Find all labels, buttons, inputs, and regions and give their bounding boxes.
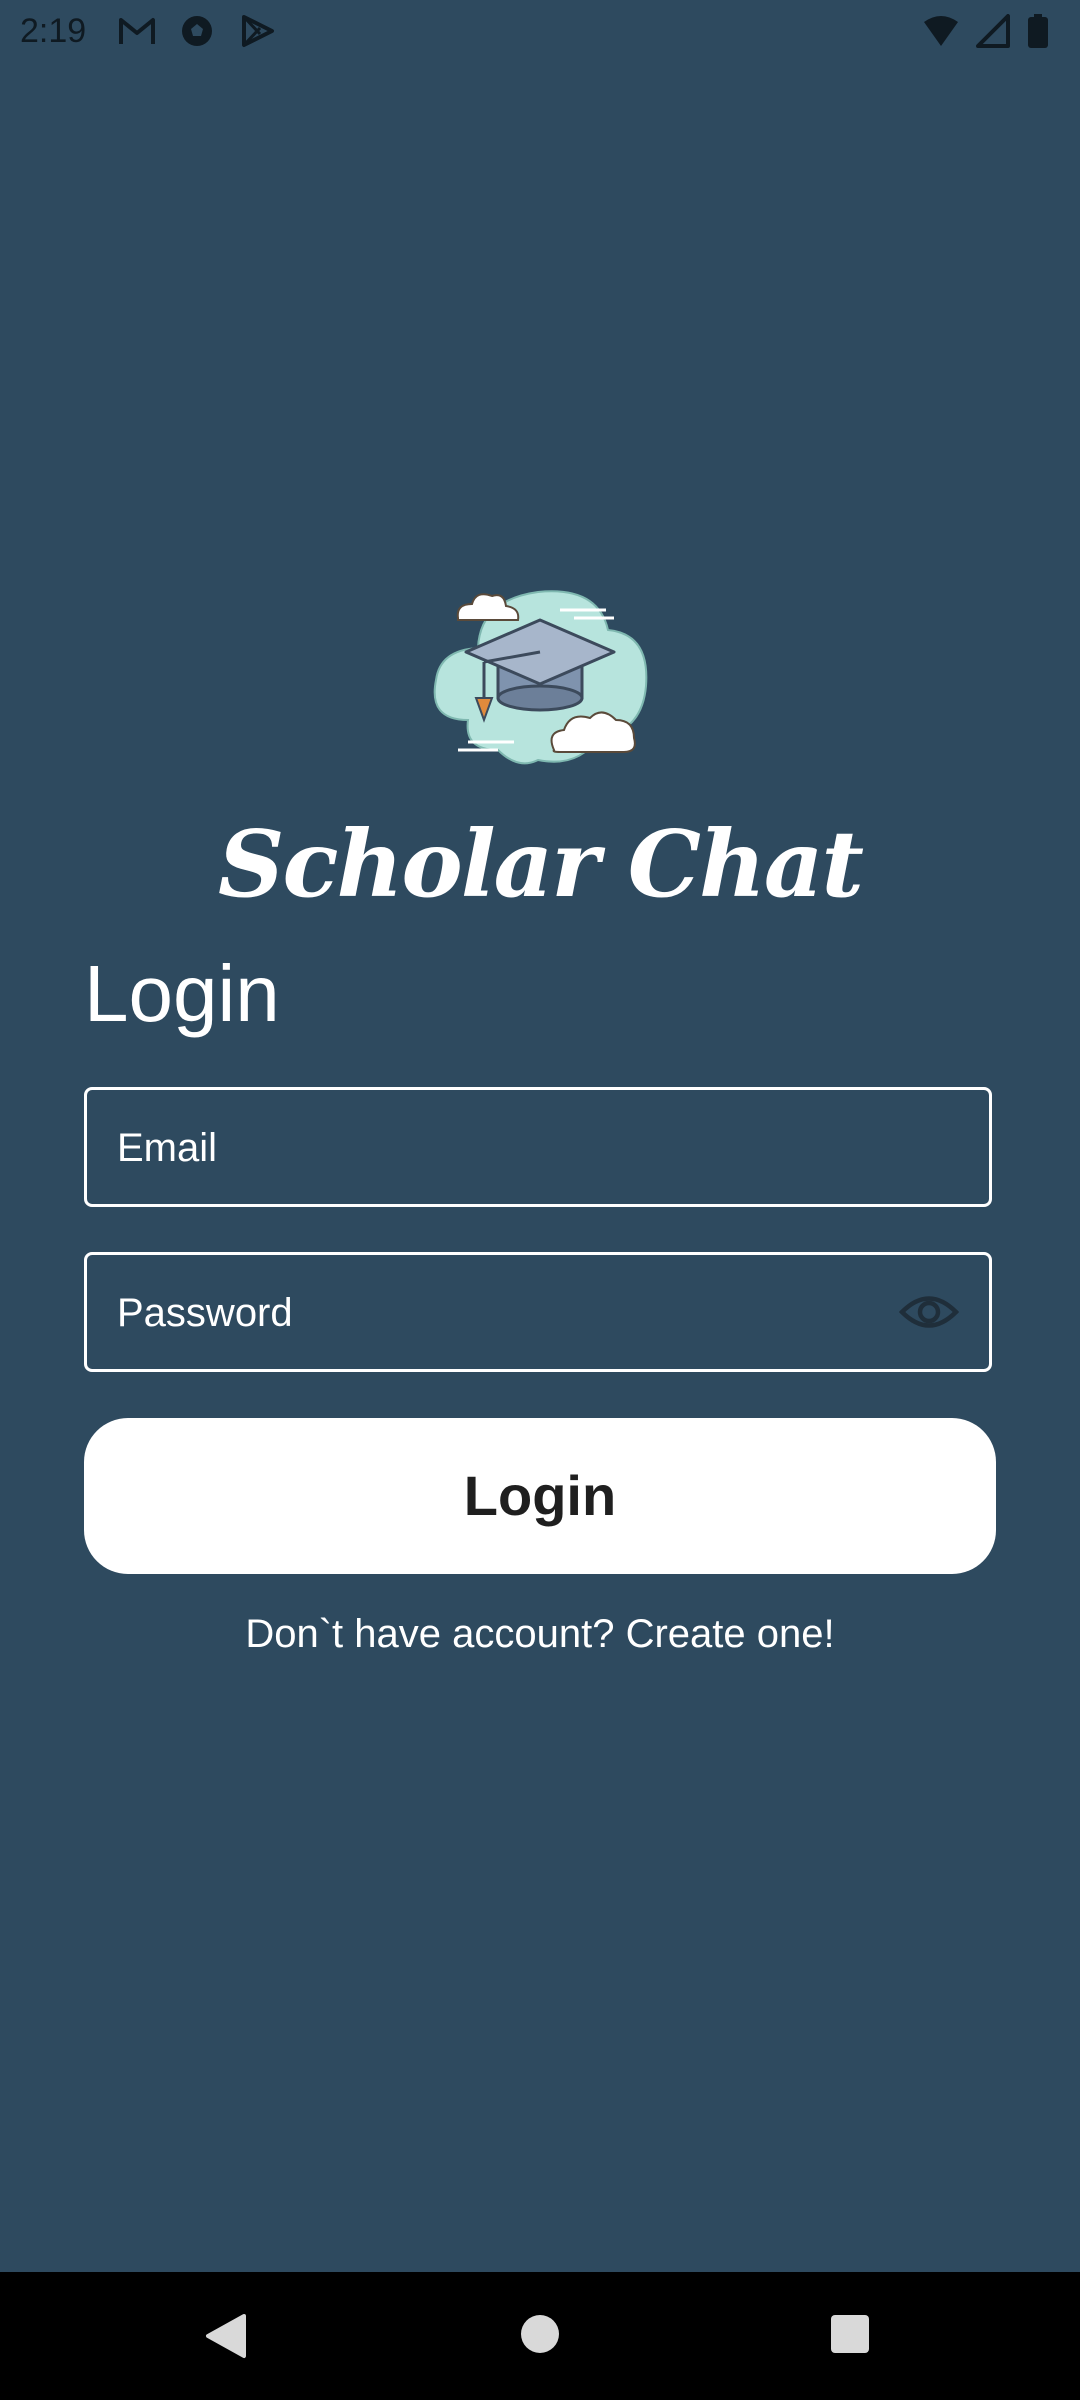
create-account-link[interactable]: Don`t have account? Create one! xyxy=(0,1612,1080,1657)
play-store-icon xyxy=(242,15,274,47)
back-icon[interactable] xyxy=(204,2312,248,2360)
status-notification-icons xyxy=(118,14,276,48)
status-system-icons xyxy=(922,14,1050,48)
wifi-icon xyxy=(924,16,958,46)
email-placeholder: Email xyxy=(117,1126,218,1170)
recents-icon[interactable] xyxy=(830,2314,870,2354)
battery-icon xyxy=(1028,14,1048,48)
status-time: 2:19 xyxy=(20,12,87,50)
cell-signal-icon xyxy=(976,14,1010,48)
password-placeholder: Password xyxy=(117,1291,293,1335)
password-field[interactable]: Password xyxy=(84,1252,992,1372)
graduation-cap-cloud-icon xyxy=(433,590,648,765)
gmail-icon xyxy=(119,18,155,44)
login-heading: Login xyxy=(84,949,280,1038)
app-title: Scholar Chat xyxy=(218,810,864,918)
system-nav-bar xyxy=(0,2272,1080,2400)
login-screen: 2:19 Scholar Chat Login Email Password L… xyxy=(0,0,1080,2400)
email-field[interactable]: Email xyxy=(84,1087,992,1207)
soccer-ball-icon xyxy=(182,16,212,46)
login-button[interactable]: Login xyxy=(84,1418,996,1574)
status-bar: 2:19 xyxy=(0,0,1080,62)
home-icon[interactable] xyxy=(520,2314,560,2354)
eye-icon[interactable] xyxy=(899,1287,959,1337)
